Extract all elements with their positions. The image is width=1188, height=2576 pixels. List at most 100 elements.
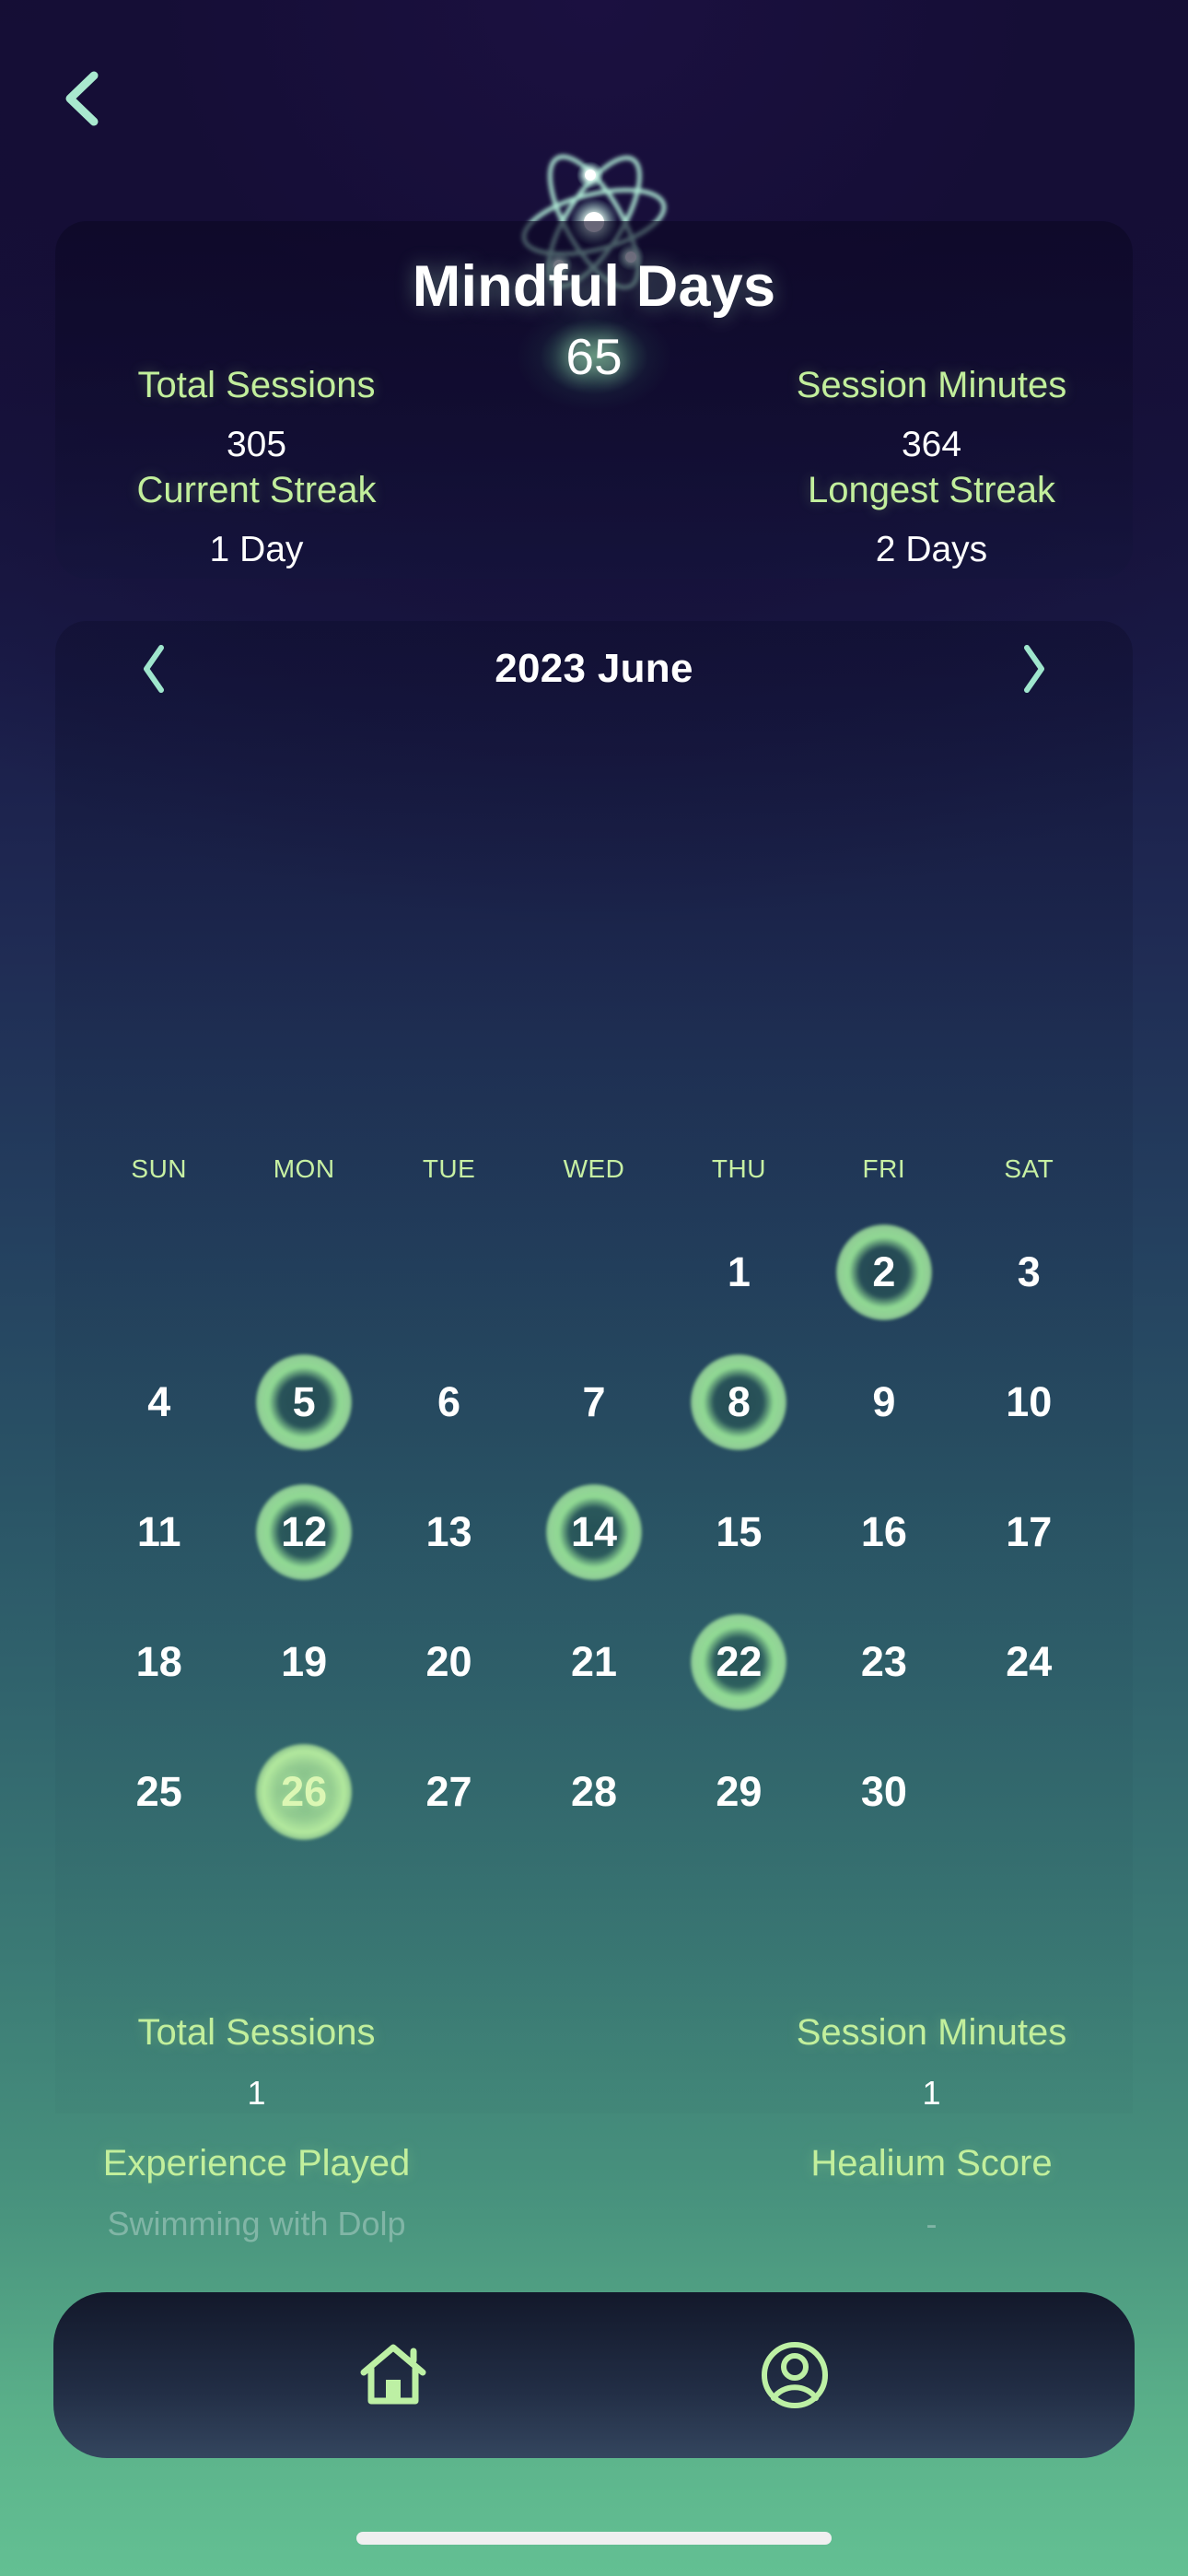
- calendar-weekday-tue: TUE: [422, 1154, 476, 1183]
- calendar-day-number: 18: [135, 1637, 182, 1685]
- calendar-day-8[interactable]: 8: [667, 1337, 811, 1467]
- calendar-day-number: 30: [860, 1767, 907, 1815]
- calendar-weekday-mon: MON: [273, 1154, 335, 1183]
- user-circle-icon: [756, 2336, 833, 2414]
- stat-label: Session Minutes: [796, 365, 1067, 405]
- calendar-day-6[interactable]: 6: [377, 1337, 521, 1467]
- stat-label: Longest Streak: [807, 470, 1056, 510]
- calendar-day-number: 17: [1006, 1507, 1053, 1555]
- chevron-left-icon: [59, 70, 101, 127]
- calendar-day-number: 23: [860, 1637, 907, 1685]
- calendar-weekday-header: SUN MON TUE WED THU FRI SAT: [55, 1154, 1133, 1184]
- calendar-day-number: 8: [727, 1377, 751, 1425]
- calendar-day-24[interactable]: 24: [957, 1597, 1101, 1727]
- calendar-day-23[interactable]: 23: [811, 1597, 956, 1727]
- calendar-day-number: 24: [1006, 1637, 1053, 1685]
- calendar-day-30[interactable]: 30: [811, 1727, 956, 1856]
- calendar-day-2[interactable]: 2: [811, 1207, 956, 1337]
- calendar-day-25[interactable]: 25: [87, 1727, 231, 1856]
- calendar-day-15[interactable]: 15: [667, 1467, 811, 1597]
- calendar-day-10[interactable]: 10: [957, 1337, 1101, 1467]
- calendar-day-16[interactable]: 16: [811, 1467, 956, 1597]
- stat-value: 305: [226, 425, 287, 464]
- calendar-day-number: 16: [860, 1507, 907, 1555]
- calendar-day-grid: 0000123456789101112131415161718192021222…: [55, 1207, 1133, 1856]
- calendar-day-29[interactable]: 29: [667, 1727, 811, 1856]
- calendar-day-18[interactable]: 18: [87, 1597, 231, 1727]
- stat-current-streak: Current Streak 1 Day: [0, 470, 594, 570]
- calendar-day-1[interactable]: 1: [667, 1207, 811, 1337]
- calendar-day-14[interactable]: 14: [521, 1467, 666, 1597]
- stat-value: -: [926, 2205, 938, 2242]
- day-stat-healium-score: Healium Score -: [594, 2143, 1188, 2243]
- calendar-day-7[interactable]: 7: [521, 1337, 666, 1467]
- calendar-day-20[interactable]: 20: [377, 1597, 521, 1727]
- nav-item-home[interactable]: [329, 2311, 458, 2440]
- calendar-day-13[interactable]: 13: [377, 1467, 521, 1597]
- calendar-day-number: 22: [716, 1637, 763, 1685]
- calendar-day-22[interactable]: 22: [667, 1597, 811, 1727]
- calendar-day-19[interactable]: 19: [231, 1597, 376, 1727]
- calendar-weekday-fri: FRI: [862, 1154, 906, 1183]
- calendar-weekday-thu: THU: [711, 1154, 766, 1183]
- calendar-day-number: 2: [872, 1247, 896, 1295]
- calendar-day-number: 10: [1006, 1377, 1053, 1425]
- calendar-day-21[interactable]: 21: [521, 1597, 666, 1727]
- app-screen: Mindful Days 65 Total Sessions 305 Sessi…: [0, 0, 1188, 2576]
- calendar-day-3[interactable]: 3: [957, 1207, 1101, 1337]
- stat-value: Swimming with Dolp: [107, 2205, 406, 2242]
- day-sessions-row: Total Sessions 1 Session Minutes 1: [0, 2012, 1188, 2113]
- stat-label: Healium Score: [810, 2143, 1053, 2184]
- calendar-day-number: 12: [281, 1507, 328, 1555]
- stat-value: 2 Days: [875, 530, 988, 569]
- calendar-day-number: 4: [147, 1377, 171, 1425]
- calendar-day-number: 20: [425, 1637, 472, 1685]
- calendar-day-11[interactable]: 11: [87, 1467, 231, 1597]
- stat-value: 1: [922, 2074, 941, 2112]
- calendar-day-number: 15: [716, 1507, 763, 1555]
- calendar-day-blank: 0: [87, 1207, 231, 1337]
- stat-label: Experience Played: [102, 2143, 411, 2184]
- bottom-navigation-bar: [53, 2292, 1135, 2458]
- stat-longest-streak: Longest Streak 2 Days: [594, 470, 1188, 570]
- chevron-right-icon: [1020, 644, 1048, 694]
- calendar-day-number: 21: [570, 1637, 618, 1685]
- home-indicator: [356, 2532, 832, 2545]
- calendar-day-4[interactable]: 4: [87, 1337, 231, 1467]
- calendar-day-number: 1: [727, 1247, 751, 1295]
- calendar-day-28[interactable]: 28: [521, 1727, 666, 1856]
- day-stat-session-minutes: Session Minutes 1: [594, 2012, 1188, 2113]
- calendar-day-number: 29: [716, 1767, 763, 1815]
- calendar-day-number: 7: [582, 1377, 606, 1425]
- prev-month-button[interactable]: [122, 632, 186, 706]
- calendar-day-9[interactable]: 9: [811, 1337, 956, 1467]
- summary-streak-row: Current Streak 1 Day Longest Streak 2 Da…: [0, 470, 1188, 570]
- calendar-day-number: 27: [425, 1767, 472, 1815]
- calendar-day-number: 11: [136, 1507, 181, 1555]
- day-experience-row: Experience Played Swimming with Dolp Hea…: [0, 2143, 1188, 2243]
- chevron-left-icon: [140, 644, 168, 694]
- stat-label: Current Streak: [136, 470, 377, 510]
- stat-value: 1 Day: [209, 530, 304, 569]
- calendar-day-number: 3: [1017, 1247, 1041, 1295]
- next-month-button[interactable]: [1002, 632, 1066, 706]
- stat-value: 364: [901, 425, 962, 464]
- calendar-day-26[interactable]: 26: [231, 1727, 376, 1856]
- calendar-day-number: 25: [135, 1767, 182, 1815]
- day-stat-experience-played: Experience Played Swimming with Dolp: [0, 2143, 594, 2243]
- nav-item-profile[interactable]: [730, 2311, 859, 2440]
- calendar-day-5[interactable]: 5: [231, 1337, 376, 1467]
- calendar-day-number: 6: [437, 1377, 461, 1425]
- calendar-day-blank: 0: [377, 1207, 521, 1337]
- calendar-day-12[interactable]: 12: [231, 1467, 376, 1597]
- calendar-day-number: 26: [281, 1767, 328, 1815]
- stat-total-sessions: Total Sessions 305: [0, 365, 594, 465]
- calendar-day-27[interactable]: 27: [377, 1727, 521, 1856]
- calendar-day-17[interactable]: 17: [957, 1467, 1101, 1597]
- calendar-weekday-sun: SUN: [131, 1154, 188, 1183]
- calendar-day-blank: 0: [521, 1207, 666, 1337]
- back-button[interactable]: [39, 57, 122, 140]
- calendar-day-number: 28: [570, 1767, 618, 1815]
- day-stat-total-sessions: Total Sessions 1: [0, 2012, 594, 2113]
- calendar-weekday-sat: SAT: [1004, 1154, 1054, 1183]
